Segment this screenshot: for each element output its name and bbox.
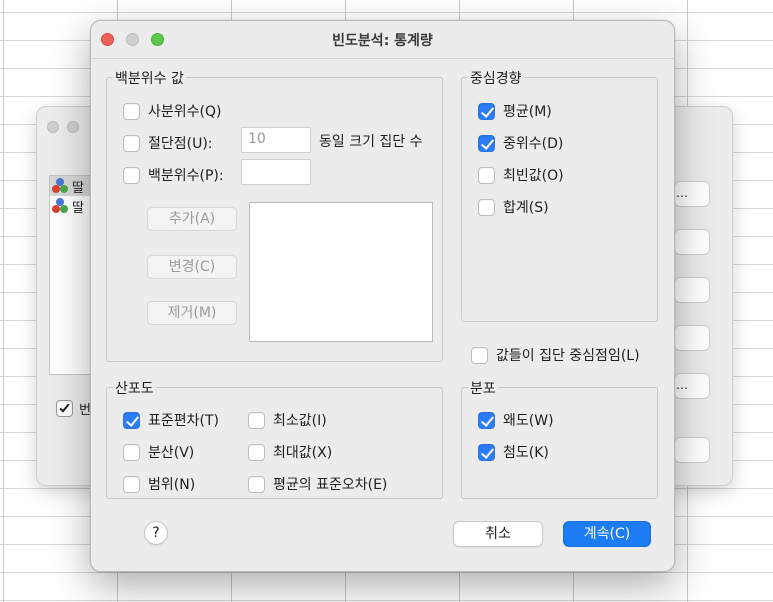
checkbox[interactable] xyxy=(123,411,140,429)
checkbox[interactable] xyxy=(123,134,140,152)
checkbox-label: 왜도(W) xyxy=(503,413,554,429)
title-bar: 빈도분석: 통계량 xyxy=(91,21,674,59)
bootstrap-button[interactable]: … xyxy=(674,373,710,399)
checkbox-label: 표준편차(T) xyxy=(148,413,219,429)
skewness-checkbox[interactable]: 왜도(W) xyxy=(478,410,554,430)
style-button[interactable] xyxy=(674,325,710,351)
help-button[interactable]: ? xyxy=(144,521,168,545)
checkbox-label: 최소값(I) xyxy=(273,413,327,429)
add-button[interactable]: 추가(A) xyxy=(147,207,237,231)
format-button[interactable] xyxy=(674,277,710,303)
checkbox[interactable] xyxy=(478,134,495,152)
quartiles-checkbox[interactable]: 사분위수(Q) xyxy=(123,101,221,121)
charts-button[interactable] xyxy=(674,229,710,255)
variance-checkbox[interactable]: 분산(V) xyxy=(123,442,194,462)
checkbox[interactable] xyxy=(478,166,495,184)
checkbox-label: 중위수(D) xyxy=(503,136,564,152)
kurtosis-checkbox[interactable]: 첨도(K) xyxy=(478,442,549,462)
checkbox[interactable] xyxy=(248,411,265,429)
checkbox-label: 범위(N) xyxy=(148,477,196,493)
nominal-variable-icon xyxy=(52,178,68,194)
close-button-inactive[interactable] xyxy=(47,121,59,133)
percentiles-checkbox[interactable]: 백분위수(P): xyxy=(123,165,224,185)
change-button[interactable]: 변경(C) xyxy=(147,255,237,279)
checkbox[interactable] xyxy=(478,411,495,429)
group-legend: 중심경향 xyxy=(468,68,524,88)
median-checkbox[interactable]: 중위수(D) xyxy=(478,133,563,153)
group-legend: 백분위수 값 xyxy=(113,68,186,88)
se-mean-checkbox[interactable]: 평균의 표준오차(E) xyxy=(248,474,387,494)
range-checkbox[interactable]: 범위(N) xyxy=(123,474,195,494)
checkbox[interactable] xyxy=(123,443,140,461)
display-tables-checkbox[interactable]: 번 xyxy=(56,399,91,418)
cut-points-input[interactable]: 10 xyxy=(241,127,311,153)
checkbox[interactable] xyxy=(478,102,495,120)
variable-name: 딸 xyxy=(72,200,84,216)
cancel-button[interactable]: 취소 xyxy=(453,521,543,547)
nominal-variable-icon xyxy=(52,198,68,214)
checkbox[interactable] xyxy=(56,400,73,417)
checkbox-label: 분산(V) xyxy=(148,445,195,461)
checkbox[interactable] xyxy=(248,443,265,461)
cut-points-checkbox[interactable]: 절단점(U): xyxy=(123,133,213,153)
checkbox[interactable] xyxy=(478,443,495,461)
maximum-checkbox[interactable]: 최대값(X) xyxy=(248,442,332,462)
checkbox-label: 첨도(K) xyxy=(503,445,549,461)
percentiles-input[interactable] xyxy=(241,159,311,185)
checkbox-label: 평균(M) xyxy=(503,104,552,120)
dialog-title: 빈도분석: 통계량 xyxy=(332,33,433,49)
mode-checkbox[interactable]: 최빈값(O) xyxy=(478,165,564,185)
checkbox-label: 절단점(U): xyxy=(148,136,213,152)
checkbox-label: 최빈값(O) xyxy=(503,168,564,184)
checkbox-label: 합계(S) xyxy=(503,200,549,216)
checkbox[interactable] xyxy=(123,166,140,184)
checkbox[interactable] xyxy=(471,346,488,364)
extra-button[interactable] xyxy=(674,437,710,463)
percentiles-list[interactable] xyxy=(249,202,433,342)
checkbox[interactable] xyxy=(123,475,140,493)
std-dev-checkbox[interactable]: 표준편차(T) xyxy=(123,410,219,430)
checkbox[interactable] xyxy=(248,475,265,493)
cut-points-suffix: 동일 크기 집단 수 xyxy=(319,134,423,150)
sum-checkbox[interactable]: 합계(S) xyxy=(478,197,549,217)
group-legend: 분포 xyxy=(468,378,498,398)
checkbox-label: 백분위수(P): xyxy=(148,168,224,184)
group-legend: 산포도 xyxy=(113,378,156,398)
checkbox[interactable] xyxy=(123,102,140,120)
checkbox-label: 평균의 표준오차(E) xyxy=(273,477,388,493)
remove-button[interactable]: 제거(M) xyxy=(147,301,237,325)
group-midpoints-checkbox[interactable]: 값들이 집단 중심점임(L) xyxy=(471,345,640,365)
checkbox-label: 값들이 집단 중심점임(L) xyxy=(496,348,640,364)
minimize-button-inactive[interactable] xyxy=(67,121,79,133)
statistics-dialog: 빈도분석: 통계량 백분위수 값 사분위수(Q) 절단점(U): 10 동일 크… xyxy=(90,20,675,572)
checkbox-label: 최대값(X) xyxy=(273,445,333,461)
checkbox-label: 사분위수(Q) xyxy=(148,104,222,120)
statistics-button[interactable]: … xyxy=(674,181,710,207)
continue-button[interactable]: 계속(C) xyxy=(563,521,651,547)
checkbox[interactable] xyxy=(478,198,495,216)
minimum-checkbox[interactable]: 최소값(I) xyxy=(248,410,327,430)
variable-name: 딸 xyxy=(72,180,84,196)
mean-checkbox[interactable]: 평균(M) xyxy=(478,101,552,121)
